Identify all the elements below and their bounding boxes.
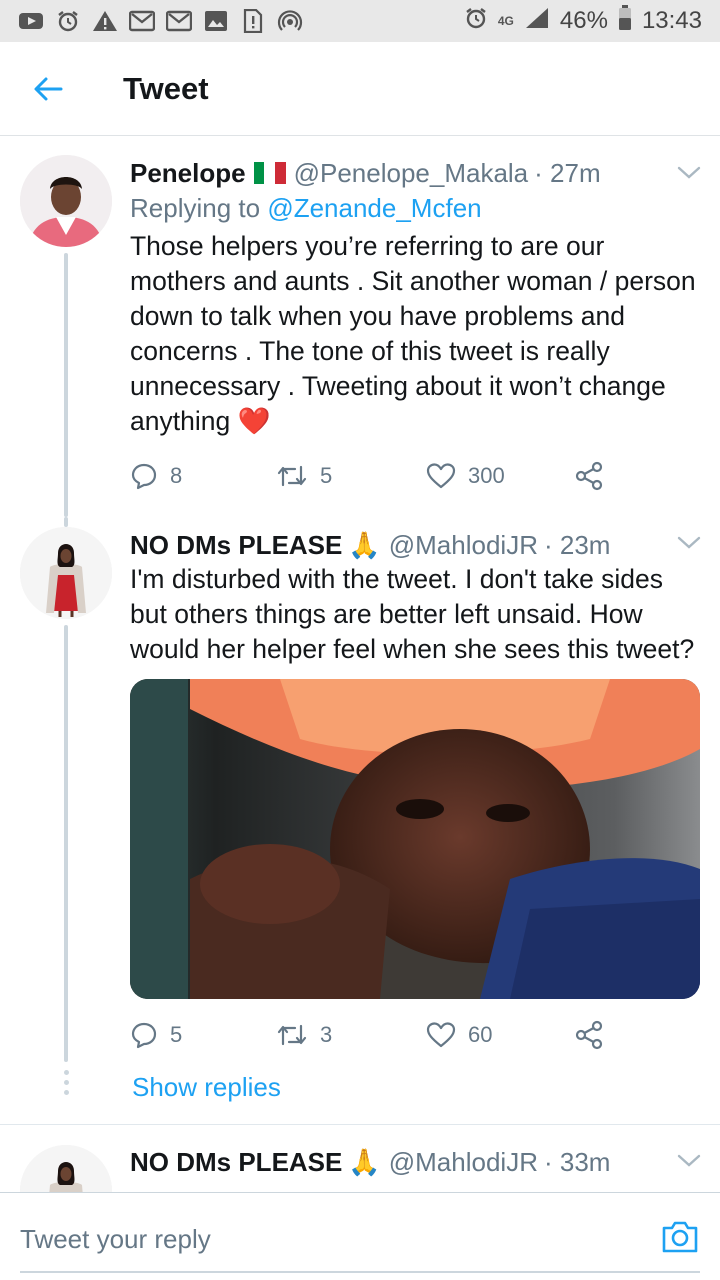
youtube-icon [18,10,44,32]
page-title: Tweet [123,70,209,106]
thread-continuation [63,1070,69,1095]
gmail-icon [129,10,155,32]
red-heart-emoji: ❤️ [237,406,271,436]
reply-count: 5 [170,1022,183,1047]
reply-button[interactable]: 8 [130,459,182,493]
tweet[interactable]: Penelope @Penelope_Makala · 27m Replying… [0,137,720,517]
retweet-button[interactable]: 3 [276,1018,332,1052]
tweet[interactable]: NO DMs PLEASE 🙏 @MahlodiJR · 33m [0,1125,720,1192]
reply-button[interactable]: 5 [130,1018,182,1052]
hotspot-icon [277,10,303,32]
retweet-count: 5 [320,463,333,488]
avatar[interactable] [20,1145,112,1192]
heart-icon [426,1022,456,1048]
warning-icon [92,10,118,32]
share-icon [575,461,603,491]
retweet-count: 3 [320,1022,333,1047]
replying-to: Replying to @Zenande_Mcfen [130,190,700,226]
image-icon [203,10,229,32]
signal-icon [524,6,550,37]
share-button[interactable] [574,459,604,493]
like-button[interactable]: 300 [426,459,505,493]
author-name[interactable]: Penelope [130,156,246,190]
reply-icon [131,1022,157,1049]
share-icon [575,1020,603,1050]
retweet-icon [277,465,307,487]
like-count: 60 [468,1022,493,1047]
thread-line [64,625,68,1062]
reply-input[interactable] [20,1221,580,1257]
top-app-bar: Tweet [0,42,720,136]
avatar[interactable] [20,527,112,619]
battery-percent: 46% [559,7,608,34]
author-handle[interactable]: @Penelope_Makala [294,156,529,190]
reply-mention-link[interactable]: @Zenande_Mcfen [267,193,481,223]
author-handle[interactable]: @MahlodiJR [389,528,538,562]
thread-line [64,253,68,517]
reply-composer-bar [0,1192,720,1280]
tweet-body: Those helpers you’re referring to are ou… [130,231,696,436]
like-count: 300 [468,463,505,488]
tweet-media-photo[interactable] [130,679,700,999]
like-button[interactable]: 60 [426,1018,492,1052]
replying-to-label: Replying to [130,193,268,223]
tweet-time: · 33m [543,1147,611,1177]
tweet-actions: 5 3 60 [130,1018,610,1052]
clock: 13:43 [641,7,702,34]
tweet-time: · 23m [543,530,611,560]
avatar[interactable] [20,155,112,247]
italy-flag-icon [253,162,286,184]
network-type: 4G [497,13,514,28]
retweet-button[interactable]: 5 [276,459,332,493]
tweet[interactable]: NO DMs PLEASE 🙏 @MahlodiJR · 23m I'm dis… [0,517,720,1125]
back-button[interactable] [0,42,96,136]
battery-icon [618,4,632,38]
retweet-icon [277,1024,307,1046]
gmail-icon [166,10,192,32]
tweet-meta: Penelope @Penelope_Makala · 27m [130,156,700,190]
tweet-time: · 27m [534,158,601,188]
author-handle[interactable]: @MahlodiJR [389,1145,538,1179]
share-button[interactable] [574,1018,604,1052]
heart-icon [426,463,456,489]
tweet-meta: NO DMs PLEASE 🙏 @MahlodiJR · 33m [130,1145,700,1179]
alarm-icon [464,6,488,37]
camera-button[interactable] [660,1219,700,1255]
tweet-actions: 8 5 300 [130,459,610,493]
folded-hands-emoji: 🙏 [348,530,381,560]
tweet-text: I'm disturbed with the tweet. I don't ta… [130,564,695,664]
reply-icon [131,463,157,490]
arrow-left-icon [34,77,63,100]
camera-icon [662,1221,698,1253]
author-name[interactable]: NO DMs PLEASE [130,1145,342,1179]
author-name[interactable]: NO DMs PLEASE [130,528,342,562]
sim-alert-icon [240,9,266,33]
thread-line [64,517,68,527]
alarm-icon [55,10,81,32]
status-bar: 4G 46% 13:43 [0,0,720,42]
tweet-text: Those helpers you’re referring to are ou… [130,229,700,439]
folded-hands-emoji: 🙏 [348,1147,381,1177]
reply-count: 8 [170,463,183,488]
show-replies-link[interactable]: Show replies [132,1072,281,1103]
reply-input-underline [20,1271,700,1273]
tweet-meta: NO DMs PLEASE 🙏 @MahlodiJR · 23m [130,528,700,562]
